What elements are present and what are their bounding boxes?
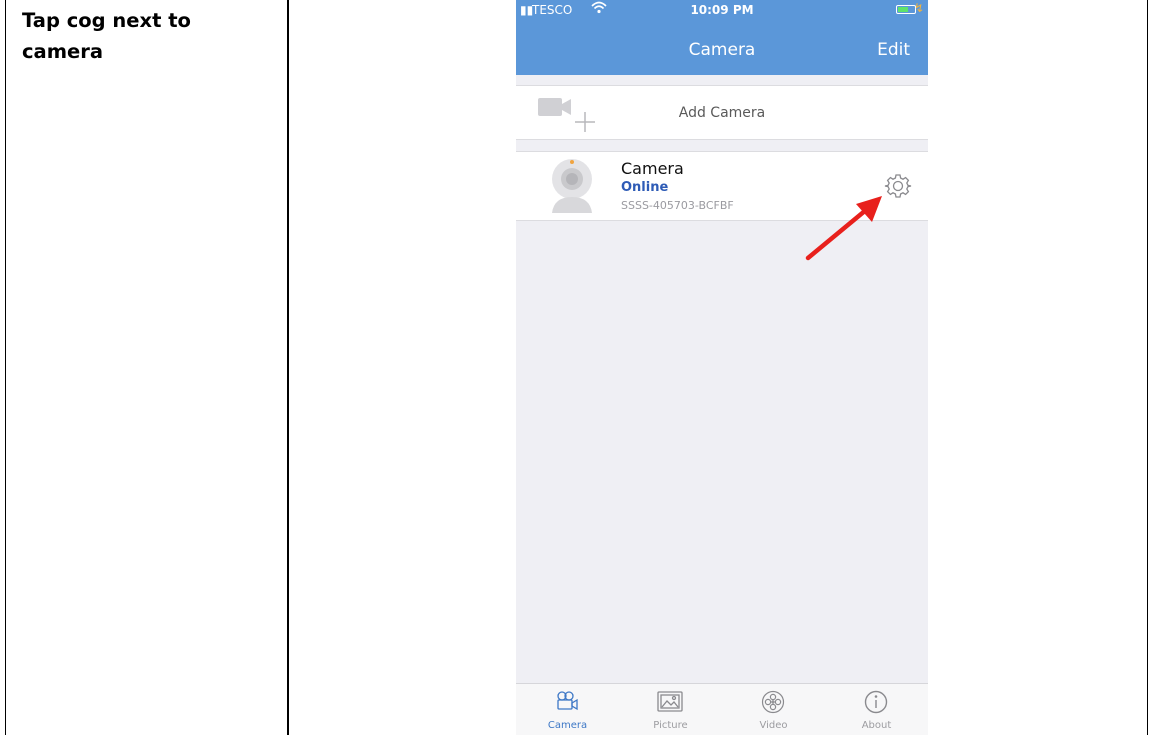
camera-serial: SSSS-405703-BCFBF (621, 199, 734, 212)
tab-bar: Camera Picture Video About (516, 683, 928, 735)
video-tab-icon (761, 690, 785, 714)
tab-label: About (861, 720, 892, 731)
tab-picture[interactable]: Picture (619, 684, 722, 735)
tab-label: Camera (547, 720, 588, 731)
webcam-icon (552, 159, 592, 213)
add-camera-row[interactable]: Add Camera (516, 85, 928, 140)
about-tab-icon (864, 690, 888, 714)
edit-button[interactable]: Edit (877, 40, 910, 60)
red-arrow-annotation (805, 196, 882, 261)
tab-video[interactable]: Video (722, 684, 825, 735)
table-column-divider (287, 0, 289, 735)
status-time: 10:09 PM (690, 3, 754, 17)
status-bar: ▮▮ TESCO 10:09 PM ↯ (516, 0, 928, 20)
camera-name: Camera (621, 159, 684, 178)
instruction-text: Tap cog next to camera (22, 9, 191, 63)
camera-status: Online (621, 180, 669, 195)
tab-about[interactable]: About (825, 684, 928, 735)
tab-label: Video (759, 720, 788, 731)
charging-icon: ↯ (913, 1, 924, 15)
tab-label: Picture (653, 720, 688, 731)
picture-tab-icon (657, 691, 683, 712)
navigation-bar: ▮▮ TESCO 10:09 PM ↯ Camera Edit (516, 0, 928, 75)
phone-screenshot: ▮▮ TESCO 10:09 PM ↯ Camera Edit Add Came… (516, 0, 928, 735)
page-title: Camera (688, 40, 756, 60)
camera-tab-icon (557, 691, 578, 711)
tab-camera[interactable]: Camera (516, 684, 619, 735)
add-camera-label: Add Camera (678, 105, 766, 121)
